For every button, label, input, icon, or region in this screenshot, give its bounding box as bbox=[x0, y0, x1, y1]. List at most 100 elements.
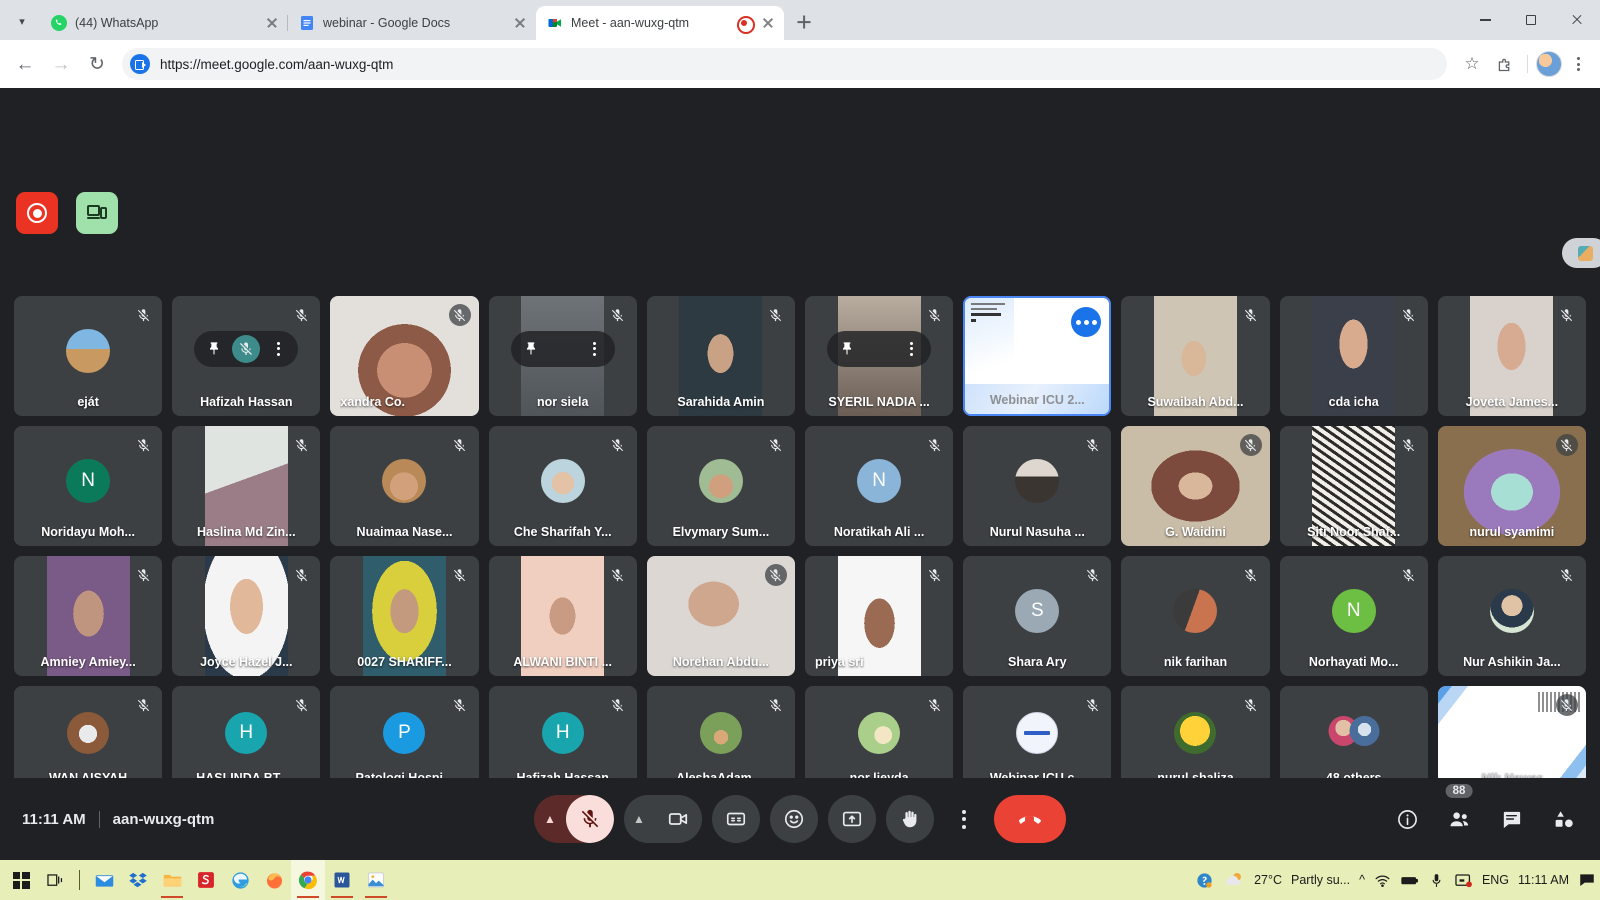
mail-icon[interactable] bbox=[87, 860, 121, 900]
chevron-up-icon[interactable]: ^ bbox=[1359, 873, 1365, 887]
window-close-button[interactable] bbox=[1554, 0, 1600, 40]
close-icon[interactable] bbox=[512, 15, 528, 31]
help-icon[interactable] bbox=[1195, 871, 1214, 890]
participant-tile[interactable]: nor siela bbox=[489, 296, 637, 416]
participant-tile[interactable]: nik farihan bbox=[1121, 556, 1269, 676]
chevron-up-icon[interactable]: ▲ bbox=[534, 795, 566, 843]
window-maximize-button[interactable] bbox=[1508, 0, 1554, 40]
back-button[interactable]: ← bbox=[8, 47, 42, 81]
participant-tile[interactable]: H Hafizah Hassan bbox=[489, 686, 637, 792]
pin-icon[interactable] bbox=[833, 335, 861, 363]
new-tab-button[interactable] bbox=[790, 8, 818, 36]
participant-tile[interactable]: H HASLINDA BT. ... bbox=[172, 686, 320, 792]
participant-tile[interactable]: G. Waidini bbox=[1121, 426, 1269, 546]
participant-tile[interactable]: Hafizah Hassan bbox=[172, 296, 320, 416]
tile-hover-toolbar[interactable] bbox=[827, 331, 931, 367]
present-screen-button[interactable] bbox=[828, 795, 876, 843]
participant-tile[interactable]: Che Sharifah Y... bbox=[489, 426, 637, 546]
participant-tile[interactable]: ALWANI BINTI ... bbox=[489, 556, 637, 676]
microphone-control-group[interactable]: ▲ bbox=[534, 795, 614, 843]
participant-tile[interactable]: Joveta James... bbox=[1438, 296, 1586, 416]
task-view-button[interactable] bbox=[38, 860, 72, 900]
participant-tile[interactable]: Siti Noor Shaf... bbox=[1280, 426, 1428, 546]
firefox-icon[interactable] bbox=[257, 860, 291, 900]
participant-tile[interactable]: N Noratikah Ali ... bbox=[805, 426, 953, 546]
meeting-details-button[interactable] bbox=[1392, 804, 1422, 834]
participant-tile[interactable]: Elvymary Sum... bbox=[647, 426, 795, 546]
participant-tile[interactable]: Joyce Hazel J... bbox=[172, 556, 320, 676]
language-indicator[interactable]: ENG bbox=[1482, 873, 1509, 887]
participant-tile[interactable]: Suwaibah Abd... bbox=[1121, 296, 1269, 416]
pin-icon[interactable] bbox=[517, 335, 545, 363]
file-explorer-icon[interactable] bbox=[155, 860, 189, 900]
reload-button[interactable]: ↻ bbox=[80, 47, 114, 81]
extensions-icon[interactable] bbox=[1489, 49, 1519, 79]
microsoft-edge-icon[interactable] bbox=[223, 860, 257, 900]
start-button[interactable] bbox=[4, 860, 38, 900]
notification-center-icon[interactable] bbox=[1578, 871, 1596, 889]
reactions-button[interactable] bbox=[770, 795, 818, 843]
google-chrome-icon[interactable] bbox=[291, 860, 325, 900]
close-icon[interactable] bbox=[760, 15, 776, 31]
participant-tile[interactable]: Nur Ashikin Ja... bbox=[1438, 556, 1586, 676]
browser-tab-whatsapp[interactable]: (44) WhatsApp bbox=[40, 6, 288, 40]
taskbar-clock[interactable]: 11:11 AM bbox=[1518, 873, 1569, 887]
browser-tab-google-docs[interactable]: webinar - Google Docs bbox=[288, 6, 536, 40]
close-icon[interactable] bbox=[264, 15, 280, 31]
microsoft-word-icon[interactable] bbox=[325, 860, 359, 900]
microphone-icon[interactable] bbox=[1428, 872, 1445, 889]
microphone-toggle-button[interactable] bbox=[566, 795, 614, 843]
tab-search-button[interactable]: ▾ bbox=[8, 7, 36, 35]
weather-icon[interactable] bbox=[1223, 869, 1245, 891]
participant-tile[interactable]: Nuaimaa Nase... bbox=[330, 426, 478, 546]
camera-toggle-button[interactable] bbox=[654, 795, 702, 843]
dropbox-icon[interactable] bbox=[121, 860, 155, 900]
browser-tab-meet[interactable]: Meet - aan-wuxg-qtm bbox=[536, 6, 784, 40]
cast-to-device-icon[interactable] bbox=[76, 192, 118, 234]
participant-tile[interactable]: Sarahida Amin bbox=[647, 296, 795, 416]
chat-button[interactable] bbox=[1496, 804, 1526, 834]
tile-hover-toolbar[interactable] bbox=[511, 331, 615, 367]
presentation-tile[interactable]: Webinar ICU 2... bbox=[963, 296, 1111, 416]
mute-participant-icon[interactable] bbox=[865, 335, 893, 363]
participant-tile[interactable]: nor lieyda bbox=[805, 686, 953, 792]
participant-tile[interactable]: xandra Co. bbox=[330, 296, 478, 416]
leave-call-button[interactable] bbox=[994, 795, 1066, 843]
tile-more-options-icon[interactable] bbox=[581, 335, 609, 363]
participant-tile[interactable]: Amniey Amiey... bbox=[14, 556, 162, 676]
window-minimize-button[interactable] bbox=[1462, 0, 1508, 40]
participant-tile[interactable]: Norehan Abdu... bbox=[647, 556, 795, 676]
tile-more-options-icon[interactable] bbox=[897, 335, 925, 363]
participant-tile[interactable]: nurul syamimi bbox=[1438, 426, 1586, 546]
presenting-more-icon[interactable] bbox=[1071, 307, 1101, 337]
mute-participant-icon[interactable] bbox=[232, 335, 260, 363]
battery-icon[interactable] bbox=[1400, 871, 1419, 890]
profile-avatar[interactable] bbox=[1536, 51, 1562, 77]
more-options-button[interactable] bbox=[944, 795, 984, 843]
camera-control-group[interactable]: ▲ bbox=[624, 795, 702, 843]
bookmark-star-icon[interactable]: ☆ bbox=[1457, 49, 1487, 79]
chevron-up-icon[interactable]: ▲ bbox=[624, 795, 654, 843]
photos-icon[interactable] bbox=[359, 860, 393, 900]
participant-tile[interactable]: Haslina Md Zin... bbox=[172, 426, 320, 546]
participant-tile[interactable]: N Norhayati Mo... bbox=[1280, 556, 1428, 676]
participant-tile[interactable]: AleshaAdam ... bbox=[647, 686, 795, 792]
participant-tile[interactable]: cda icha bbox=[1280, 296, 1428, 416]
participant-tile[interactable]: Nurul Nasuha ... bbox=[963, 426, 1111, 546]
snagit-icon[interactable] bbox=[189, 860, 223, 900]
people-button[interactable]: 88 bbox=[1444, 804, 1474, 834]
screen-recorder-icon[interactable] bbox=[16, 192, 58, 234]
self-view-collapsed-pill[interactable] bbox=[1562, 238, 1600, 268]
mute-participant-icon[interactable] bbox=[549, 335, 577, 363]
participant-tile[interactable]: priya sri bbox=[805, 556, 953, 676]
participant-tile[interactable]: nurul shaliza bbox=[1121, 686, 1269, 792]
address-bar[interactable]: https://meet.google.com/aan-wuxg-qtm bbox=[122, 48, 1447, 80]
participant-tile[interactable]: S Shara Ary bbox=[963, 556, 1111, 676]
raise-hand-button[interactable] bbox=[886, 795, 934, 843]
pin-icon[interactable] bbox=[200, 335, 228, 363]
others-tile[interactable]: 48 others bbox=[1280, 686, 1428, 792]
forward-button[interactable]: → bbox=[44, 47, 78, 81]
participant-tile[interactable]: Webinar ICU c... bbox=[963, 686, 1111, 792]
tab-recording-icon[interactable] bbox=[736, 15, 752, 31]
participant-tile[interactable]: WAN AISYAH bbox=[14, 686, 162, 792]
